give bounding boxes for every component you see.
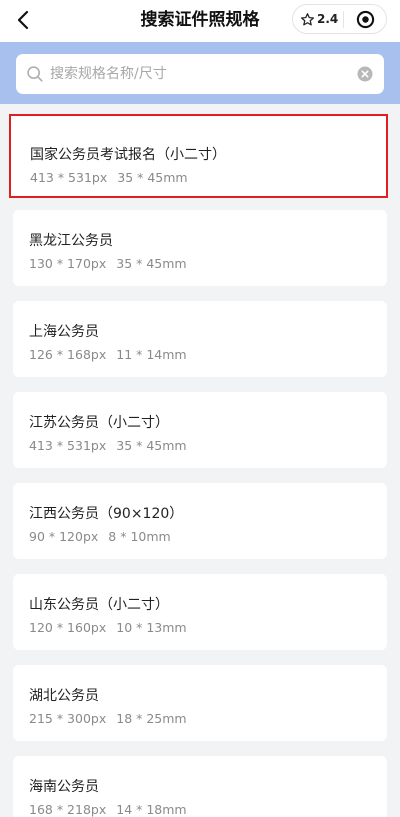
search-input[interactable] (50, 54, 340, 94)
spec-size-mm: 35 * 45mm (116, 438, 187, 453)
spec-size-px: 215 * 300px (29, 711, 107, 726)
spec-size-px: 413 * 531px (30, 170, 108, 185)
spec-size-mm: 35 * 45mm (117, 170, 188, 185)
star-outline-icon (301, 12, 314, 25)
spec-size-px: 413 * 531px (29, 438, 107, 453)
spec-size-mm: 10 * 13mm (116, 620, 187, 635)
spec-name: 湖北公务员 (29, 688, 99, 704)
spec-size-mm: 14 * 18mm (116, 802, 187, 817)
spec-size-px: 90 * 120px (29, 529, 99, 544)
spec-size-px: 126 * 168px (29, 347, 107, 362)
mini-program-capsule: 2.4 (292, 4, 387, 34)
spec-size-px: 120 * 160px (29, 620, 107, 635)
spec-size: 120 * 160px 10 * 13mm (29, 620, 187, 635)
spec-size-px: 168 * 218px (29, 802, 107, 817)
spec-size: 215 * 300px 18 * 25mm (29, 711, 187, 726)
spec-item[interactable]: 上海公务员 126 * 168px 11 * 14mm (13, 301, 387, 377)
spec-item[interactable]: 黑龙江公务员 130 * 170px 35 * 45mm (13, 210, 387, 286)
spec-size-mm: 11 * 14mm (116, 347, 187, 362)
spec-size: 413 * 531px 35 * 45mm (29, 438, 187, 453)
rating-button[interactable]: 2.4 (293, 5, 343, 33)
clear-icon[interactable] (357, 66, 373, 82)
spec-name: 上海公务员 (29, 324, 99, 340)
spec-item[interactable]: 江西公务员（90×120） 90 * 120px 8 * 10mm (13, 483, 387, 559)
back-button[interactable] (8, 5, 38, 35)
target-circle-icon (356, 10, 374, 28)
spec-size: 168 * 218px 14 * 18mm (29, 802, 187, 817)
spec-size-mm: 8 * 10mm (108, 529, 171, 544)
header-bar: 搜索证件照规格 2.4 (0, 0, 400, 42)
spec-item[interactable]: 湖北公务员 215 * 300px 18 * 25mm (13, 665, 387, 741)
spec-name: 海南公务员 (29, 779, 99, 795)
chevron-left-icon (17, 10, 29, 30)
rating-value: 2.4 (317, 12, 339, 26)
spec-size: 126 * 168px 11 * 14mm (29, 347, 187, 362)
search-icon (27, 66, 43, 82)
search-box[interactable] (16, 54, 384, 94)
spec-size-mm: 18 * 25mm (116, 711, 187, 726)
spec-item[interactable]: 国家公务员考试报名（小二寸） 413 * 531px 35 * 45mm (9, 114, 388, 198)
spec-size-mm: 35 * 45mm (116, 256, 187, 271)
spec-name: 山东公务员（小二寸） (29, 597, 169, 613)
search-band (0, 42, 400, 104)
spec-size: 413 * 531px 35 * 45mm (30, 170, 188, 185)
spec-name: 江西公务员（90×120） (29, 506, 184, 522)
spec-name: 江苏公务员（小二寸） (29, 415, 169, 431)
spec-size: 90 * 120px 8 * 10mm (29, 529, 171, 544)
spec-item[interactable]: 江苏公务员（小二寸） 413 * 531px 35 * 45mm (13, 392, 387, 468)
spec-name: 黑龙江公务员 (29, 233, 113, 249)
spec-item[interactable]: 山东公务员（小二寸） 120 * 160px 10 * 13mm (13, 574, 387, 650)
spec-item[interactable]: 海南公务员 168 * 218px 14 * 18mm (13, 756, 387, 817)
spec-name: 国家公务员考试报名（小二寸） (30, 147, 226, 163)
spec-size: 130 * 170px 35 * 45mm (29, 256, 187, 271)
close-mini-program-button[interactable] (344, 5, 386, 33)
spec-size-px: 130 * 170px (29, 256, 107, 271)
